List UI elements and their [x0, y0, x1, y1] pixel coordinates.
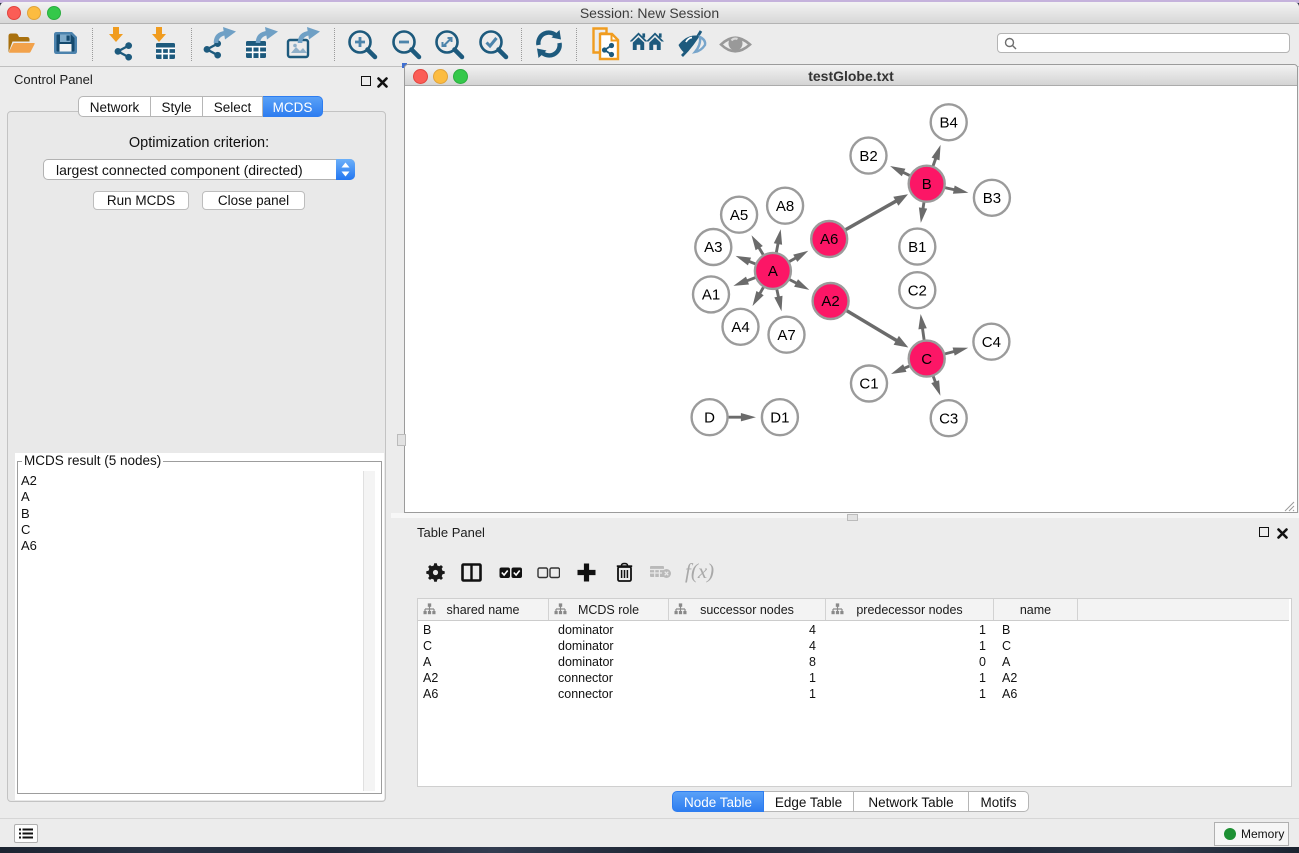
svg-text:C2: C2 [908, 282, 927, 299]
svg-text:D: D [704, 409, 715, 426]
svg-text:A3: A3 [704, 239, 722, 256]
svg-text:C: C [921, 351, 932, 368]
svg-text:A8: A8 [776, 198, 794, 215]
svg-text:B1: B1 [908, 239, 926, 256]
svg-text:A4: A4 [731, 319, 749, 336]
svg-text:A2: A2 [821, 293, 839, 310]
svg-text:B3: B3 [983, 190, 1001, 207]
svg-text:A7: A7 [777, 327, 795, 344]
svg-text:D1: D1 [770, 409, 789, 426]
svg-text:B4: B4 [940, 115, 958, 132]
svg-text:B: B [922, 176, 932, 193]
svg-text:B2: B2 [859, 148, 877, 165]
svg-text:C3: C3 [939, 410, 958, 427]
svg-text:A6: A6 [820, 231, 838, 248]
svg-text:A5: A5 [730, 207, 748, 224]
svg-text:A: A [768, 263, 778, 280]
svg-text:A1: A1 [702, 287, 720, 304]
svg-text:C1: C1 [859, 376, 878, 393]
svg-text:C4: C4 [982, 334, 1001, 351]
